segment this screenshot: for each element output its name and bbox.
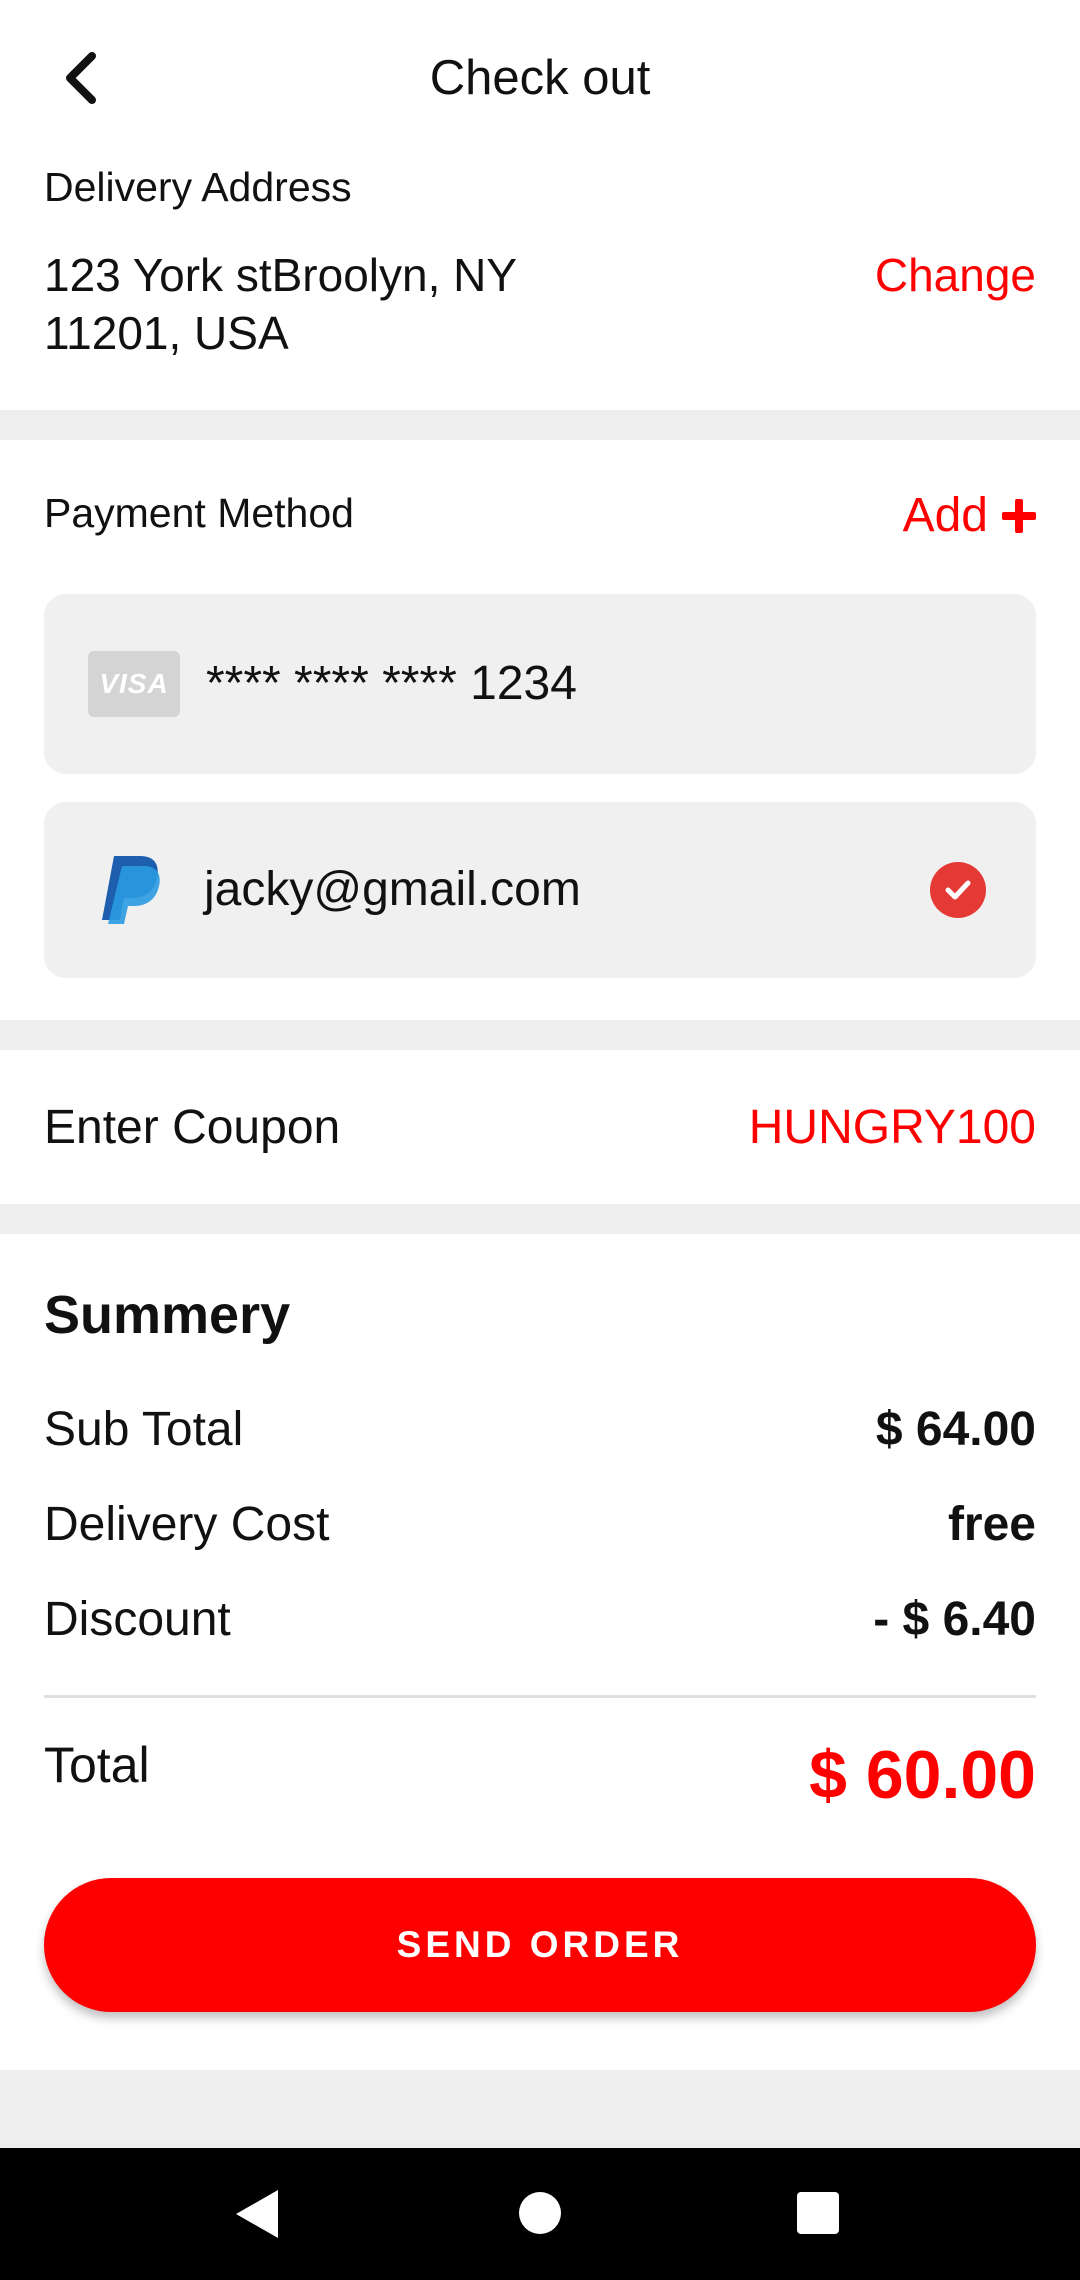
summary-title: Summery <box>44 1285 291 1345</box>
payment-option-visa[interactable]: VISA **** **** **** 1234 <box>44 594 1036 774</box>
nav-home-icon[interactable] <box>519 2192 561 2234</box>
visa-logo-icon: VISA <box>88 651 180 717</box>
plus-icon <box>1002 498 1036 533</box>
payment-option-paypal[interactable]: jacky@gmail.com <box>44 802 1036 978</box>
system-navigation-bar <box>0 2148 1080 2280</box>
top-bar: Check out <box>0 0 1080 160</box>
subtotal-value: $ 64.00 <box>875 1403 1036 1456</box>
section-divider <box>0 410 1080 440</box>
total-label: Total <box>44 1737 150 1793</box>
card-number: **** **** **** 1234 <box>206 657 577 710</box>
subtotal-label: Sub Total <box>44 1403 244 1456</box>
bottom-spacer <box>0 2070 1080 2148</box>
discount-value: - $ 6.40 <box>873 1593 1036 1646</box>
page-title: Check out <box>429 51 651 105</box>
add-payment-button[interactable]: Add <box>903 488 1036 543</box>
section-divider <box>0 1204 1080 1234</box>
section-divider <box>0 1020 1080 1050</box>
paypal-logo-icon <box>102 856 160 924</box>
add-payment-label: Add <box>902 489 988 542</box>
coupon-code[interactable]: HUNGRY100 <box>749 1100 1036 1155</box>
total-value: $ 60.00 <box>809 1737 1036 1813</box>
nav-back-icon[interactable] <box>236 2190 278 2238</box>
send-order-button[interactable]: SEND ORDER <box>44 1878 1036 2012</box>
delivery-cost-label: Delivery Cost <box>44 1498 330 1551</box>
payment-method-label: Payment Method <box>44 490 354 536</box>
summary-divider <box>44 1695 1036 1698</box>
delivery-cost-value: free <box>947 1498 1036 1551</box>
change-address-button[interactable]: Change <box>875 248 1036 302</box>
delivery-address-text: 123 York stBroolyn, NY 11201, USA <box>44 249 517 359</box>
coupon-label: Enter Coupon <box>44 1101 341 1154</box>
check-circle-icon <box>930 862 986 918</box>
nav-recents-icon[interactable] <box>797 2192 839 2234</box>
delivery-address-label: Delivery Address <box>44 164 352 210</box>
paypal-email: jacky@gmail.com <box>204 863 581 916</box>
discount-label: Discount <box>44 1593 231 1646</box>
